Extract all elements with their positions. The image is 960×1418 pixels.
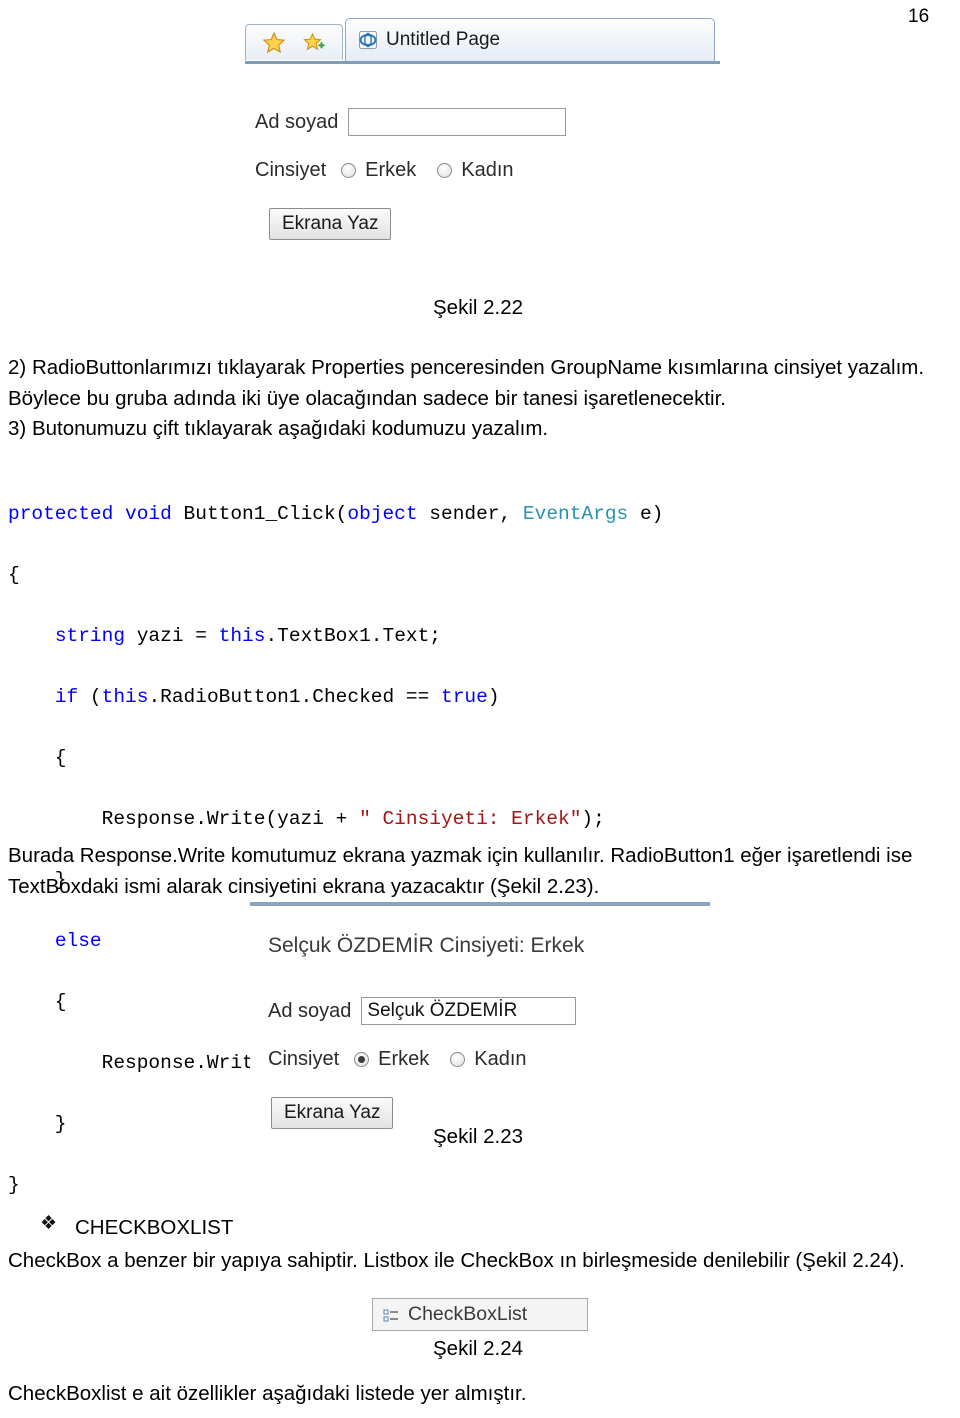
code-line-12: }: [8, 1173, 20, 1196]
section-text: CheckBox a benzer bir yapıya sahiptir. L…: [8, 1249, 905, 1272]
checkboxlist-icon: [383, 1307, 399, 1323]
browser-tab-title: Untitled Page: [386, 29, 501, 50]
checkboxlist-label: CheckBoxList: [408, 1303, 528, 1325]
figure-1-browser: Untitled Page Ad soyad Cinsiyet Erkek Ka…: [245, 18, 720, 268]
gender-row: Cinsiyet Erkek Kadın: [255, 159, 566, 182]
step-2-text: RadioButtonlarımızı tıklayarak Propertie…: [8, 356, 925, 410]
radio-female[interactable]: [437, 163, 453, 178]
browser-tab[interactable]: Untitled Page: [345, 18, 715, 62]
figure-3-control[interactable]: CheckBoxList: [372, 1298, 588, 1331]
code-line-4: if (this.RadioButton1.Checked == true): [54, 685, 500, 708]
name-input[interactable]: [348, 108, 567, 136]
page-number: 16: [908, 6, 930, 27]
section-title: CHECKBOXLIST: [75, 1216, 234, 1239]
button-row-2: Ekrana Yaz: [271, 1097, 576, 1129]
step-3: 3) Butonumuzu çift tıklayarak aşağıdaki …: [8, 413, 938, 444]
favorites-tab[interactable]: [245, 24, 343, 60]
figure-1-form: Ad soyad Cinsiyet Erkek Kadın Ekrana Yaz: [255, 108, 567, 240]
name-row-2: Ad soyad: [268, 997, 577, 1025]
ekrana-yaz-button-2[interactable]: Ekrana Yaz: [271, 1097, 394, 1129]
code-line-1: protected void Button1_Click(object send…: [8, 502, 664, 525]
gender-label: Cinsiyet: [255, 159, 327, 181]
paragraph-2: CheckBoxlist e ait özellikler aşağıdaki …: [8, 1382, 527, 1405]
figure-2-top-rule: [250, 902, 710, 906]
figure-3-caption: Şekil 2.24: [433, 1337, 524, 1360]
step-2: 2) RadioButtonlarımızı tıklayarak Proper…: [8, 352, 938, 414]
star-icon[interactable]: [262, 31, 286, 54]
radio-female-2[interactable]: [450, 1052, 466, 1067]
figure-2-caption: Şekil 2.23: [433, 1125, 524, 1148]
code-line-6: Response.Write(yazi + " Cinsiyeti: Erkek…: [8, 807, 605, 830]
star-plus-icon[interactable]: [303, 32, 325, 53]
step-3-text: Butonumuzu çift tıklayarak aşağıdaki kod…: [31, 417, 549, 440]
radio-female-label: Kadın: [461, 159, 514, 181]
name-label: Ad soyad: [255, 110, 339, 133]
gender-label-2: Cinsiyet: [268, 1048, 340, 1070]
code-line-5: {: [8, 746, 67, 769]
button-row: Ekrana Yaz: [269, 208, 566, 240]
gender-row-2: Cinsiyet Erkek Kadın: [268, 1048, 576, 1071]
radio-female-label-2: Kadın: [474, 1048, 527, 1070]
browser-tabstrip: Untitled Page: [245, 18, 720, 64]
tabstrip-underline: [245, 61, 720, 64]
step-3-number: 3): [8, 417, 27, 440]
figure-2-form: Ad soyad Cinsiyet Erkek Kadın Ekrana Yaz: [268, 997, 577, 1129]
figure-2-browser: Selçuk ÖZDEMİR Cinsiyeti: Erkek Ad soyad…: [250, 902, 720, 1129]
section-bullet: ❖: [40, 1213, 58, 1234]
name-input-2[interactable]: [361, 997, 577, 1025]
paragraph-1: Burada Response.Write komutumuz ekrana y…: [8, 844, 913, 898]
radio-male-2[interactable]: [354, 1052, 370, 1067]
figure-1-caption: Şekil 2.22: [433, 296, 524, 319]
ekrana-yaz-button[interactable]: Ekrana Yaz: [269, 208, 392, 240]
radio-male-label: Erkek: [365, 159, 417, 181]
ie-page-icon: [358, 30, 378, 50]
figure-2-output: Selçuk ÖZDEMİR Cinsiyeti: Erkek: [268, 934, 585, 957]
radio-male[interactable]: [341, 163, 357, 178]
radio-male-label-2: Erkek: [378, 1048, 430, 1070]
code-line-2: {: [8, 563, 20, 586]
name-row: Ad soyad: [255, 108, 567, 136]
code-line-3: string yazi = this.TextBox1.Text;: [54, 624, 441, 647]
name-label-2: Ad soyad: [268, 999, 352, 1022]
step-2-number: 2): [8, 356, 27, 379]
